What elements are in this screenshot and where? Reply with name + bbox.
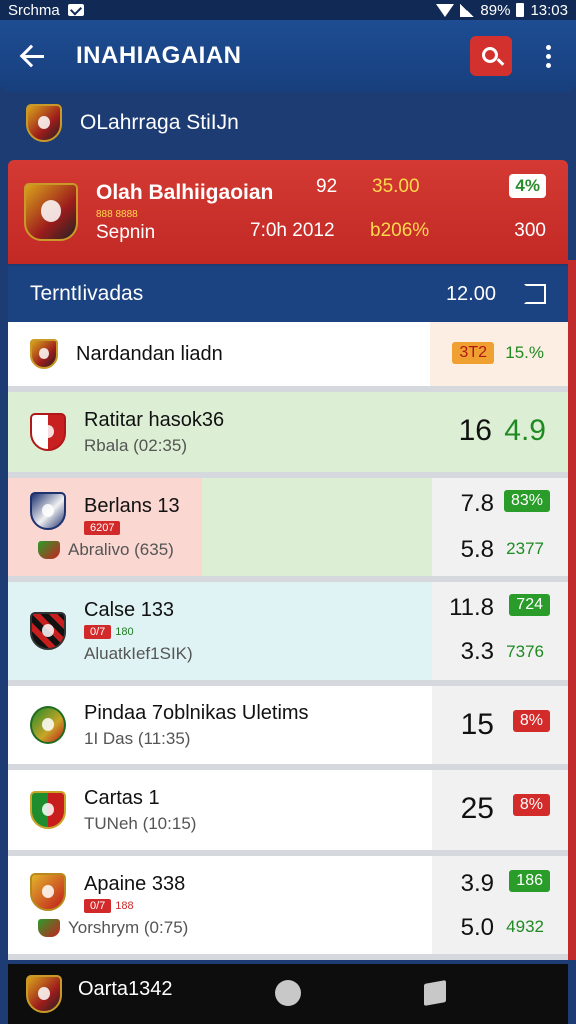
featured-value-6: 300 [514, 220, 546, 241]
team-crest-icon [30, 612, 66, 650]
featured-match-card[interactable]: Olah Balhiigaoian 888 8888 Sepnin 92 35.… [8, 160, 568, 264]
match-time: AluatkIef1SIK) [84, 643, 193, 663]
battery-icon [516, 3, 525, 17]
search-button[interactable] [470, 36, 512, 76]
signal-icon [460, 3, 475, 17]
team-name: Oarta1342 [78, 977, 173, 1000]
featured-subtitle: Sepnin [96, 221, 156, 243]
team-crest-icon [30, 791, 66, 829]
odds-value[interactable]: 7.8 [461, 490, 494, 518]
team-crest-icon [30, 339, 58, 369]
odds-badge[interactable]: 3T2 [452, 342, 494, 364]
featured-value-2: 35.00 [372, 176, 420, 197]
odds-value-2[interactable]: 5.0 [461, 914, 494, 942]
bottom-navigation-bar: Oarta1342 [8, 964, 568, 1024]
secondary-crest-icon [38, 919, 60, 938]
odds-value[interactable]: 3.9 [461, 870, 494, 898]
odds-percent-badge[interactable]: 724 [509, 594, 550, 616]
match-row[interactable]: Calse 133 0/7 180 AluatkIef1SIK) 11.8 724… [8, 582, 568, 686]
odds-value[interactable]: 25 [461, 792, 494, 826]
match-time: Rbala (02:35) [84, 435, 188, 455]
odds-percent-badge[interactable]: 8% [512, 710, 550, 732]
match-row[interactable]: Cartas 1 TUNeh (10:15) 25 8% [8, 770, 568, 856]
odds-change: 4.9 [504, 414, 546, 447]
featured-value-5: b206% [370, 220, 430, 241]
match-row[interactable]: Nardandan liadn 3T2 15.% [8, 322, 568, 392]
match-row[interactable]: Berlans 13 6207 Abralivo (635) 7.8 83% 5… [8, 478, 568, 582]
team-name: Calse 133 [84, 598, 175, 621]
match-tag-2: 188 [115, 899, 134, 912]
odds-value-2[interactable]: 5.8 [461, 536, 494, 564]
status-bar: Srchma 89% 13:03 [0, 0, 576, 20]
featured-team-name: Olah Balhiigaoian [96, 180, 274, 204]
odds-value[interactable]: 15 [461, 708, 494, 742]
overflow-menu-icon[interactable] [538, 44, 558, 68]
section-header: TerntIivadas 12.00 [8, 266, 568, 322]
app-title: INAHIAGAIAN [76, 42, 242, 69]
match-time: Abralivo (635) [68, 539, 174, 559]
team-crest-icon [30, 413, 66, 451]
team-name: Cartas 1 [84, 786, 160, 809]
league-crest-icon [26, 104, 62, 142]
match-row[interactable]: Apaine 338 0/7 188 Yorshrym (0:75) 3.9 18… [8, 856, 568, 960]
app-bar: INAHIAGAIAN [0, 20, 576, 92]
search-icon [482, 47, 498, 63]
recent-apps-icon[interactable] [424, 980, 446, 1006]
wifi-icon [436, 3, 455, 17]
section-value: 12.00 [445, 282, 496, 305]
home-button-icon[interactable] [275, 980, 301, 1006]
odds-percent: 15.% [505, 343, 544, 362]
odds-percent-badge[interactable]: 186 [509, 870, 550, 892]
match-time: 1I Das (11:35) [84, 728, 191, 748]
odds-change: 4932 [506, 917, 544, 936]
share-icon[interactable] [524, 284, 546, 304]
match-time: TUNeh (10:15) [84, 813, 197, 833]
odds-percent-badge[interactable]: 83% [503, 490, 550, 512]
team-name: Nardandan liadn [76, 342, 223, 365]
odds-percent-badge[interactable]: 8% [512, 794, 550, 816]
match-row[interactable]: Ratitar hasok36 Rbala (02:35) 16 4.9 [8, 392, 568, 478]
carrier-label: Srchma [8, 1, 60, 19]
team-crest-icon [30, 706, 66, 744]
match-tag: 6207 [84, 520, 121, 535]
battery-percent: 89% [480, 1, 511, 19]
match-tag-2: 180 [115, 625, 134, 638]
team-crest-icon [26, 975, 62, 1013]
match-time: Yorshrym (0:75) [68, 917, 189, 937]
odds-value[interactable]: 11.8 [449, 594, 494, 622]
team-name: Berlans 13 [84, 494, 180, 517]
secondary-crest-icon [38, 541, 60, 560]
match-tag: 0/7 [84, 624, 112, 639]
odds-change: 7376 [506, 642, 544, 661]
scroll-edge-indicator [568, 260, 576, 960]
team-name: Pindaa 7oblnikas Uletims [84, 701, 309, 724]
odds-change: 2377 [506, 539, 544, 558]
section-title: TerntIivadas [30, 282, 144, 305]
odds-value-2[interactable]: 3.3 [461, 638, 494, 666]
mail-notification-icon [67, 4, 84, 16]
league-header[interactable]: OLahrraga StiIJn [0, 92, 576, 154]
match-tag: 0/7 [84, 898, 112, 913]
odds-value[interactable]: 16 [459, 414, 492, 448]
match-row[interactable]: Pindaa 7oblnikas Uletims 1I Das (11:35) … [8, 686, 568, 770]
featured-percent-badge: 4% [509, 174, 546, 198]
team-crest-icon [30, 492, 66, 530]
featured-code: 888 8888 [96, 208, 138, 220]
team-name: Apaine 338 [84, 872, 186, 895]
league-title: OLahrraga StiIJn [80, 111, 239, 134]
clock: 13:03 [530, 1, 568, 19]
featured-time: 7:0h 2012 [250, 220, 335, 241]
team-name: Ratitar hasok36 [84, 408, 225, 431]
team-crest-icon [30, 873, 66, 911]
featured-value-1: 92 [316, 176, 338, 197]
back-arrow-icon[interactable] [18, 42, 46, 70]
team-crest-icon [24, 183, 78, 241]
